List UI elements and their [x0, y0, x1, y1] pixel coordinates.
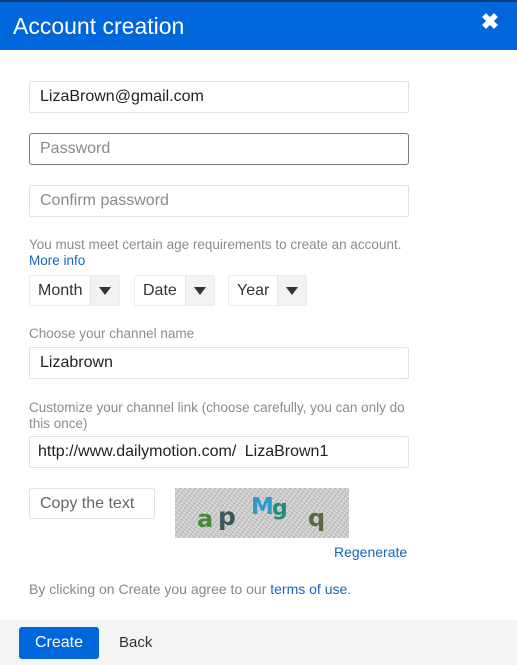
terms-suffix: .	[347, 581, 352, 597]
confirm-password-field[interactable]: Confirm password	[29, 185, 409, 217]
terms-prefix: By clicking on Create you agree to our	[29, 581, 267, 597]
channel-link-label: Customize your channel link (choose care…	[29, 400, 405, 431]
email-field[interactable]: LizaBrown@gmail.com	[29, 81, 409, 113]
birth-year-value: Year	[237, 282, 270, 299]
age-hint-text: You must meet certain age requirements t…	[29, 237, 402, 252]
more-info-link[interactable]: More info	[29, 253, 85, 268]
birth-date-select[interactable]: Date	[134, 275, 215, 306]
close-icon[interactable]: ✖	[479, 11, 501, 33]
channel-link-field[interactable]: http://www.dailymotion.com/ LizaBrown1	[29, 436, 409, 468]
channel-link-prefix: http://www.dailymotion.com/	[38, 443, 237, 460]
password-field[interactable]: Password	[29, 133, 409, 165]
channel-link-value: LizaBrown1	[244, 443, 329, 460]
create-button[interactable]: Create	[19, 627, 99, 659]
terms-of-use-link[interactable]: terms of use	[270, 581, 347, 597]
captcha-char: a	[197, 505, 214, 533]
birth-month-value: Month	[38, 282, 83, 299]
age-requirement-hint: You must meet certain age requirements t…	[29, 237, 414, 269]
regenerate-link[interactable]: Regenerate	[334, 544, 407, 560]
captcha-input[interactable]: Copy the text	[29, 488, 155, 519]
birth-date-value: Date	[143, 282, 177, 299]
terms-notice: By clicking on Create you agree to our t…	[29, 581, 414, 597]
captcha-char: p	[218, 502, 236, 531]
channel-name-label: Choose your channel name	[29, 326, 195, 341]
captcha-char: g	[272, 496, 288, 521]
captcha-char: M	[251, 494, 274, 520]
chevron-down-icon	[277, 276, 307, 305]
dialog-header: Account creation ✖	[0, 0, 517, 50]
captcha-char: q	[308, 504, 326, 532]
dialog-footer: Create Back	[0, 620, 517, 665]
chevron-down-icon	[90, 276, 120, 305]
channel-name-field[interactable]: Lizabrown	[29, 347, 409, 379]
back-button[interactable]: Back	[119, 627, 152, 659]
dialog-title: Account creation	[13, 13, 185, 39]
chevron-down-icon	[184, 276, 214, 305]
birth-month-select[interactable]: Month	[29, 275, 121, 306]
captcha-image: a p M g q	[175, 488, 349, 538]
birth-year-select[interactable]: Year	[228, 275, 308, 306]
